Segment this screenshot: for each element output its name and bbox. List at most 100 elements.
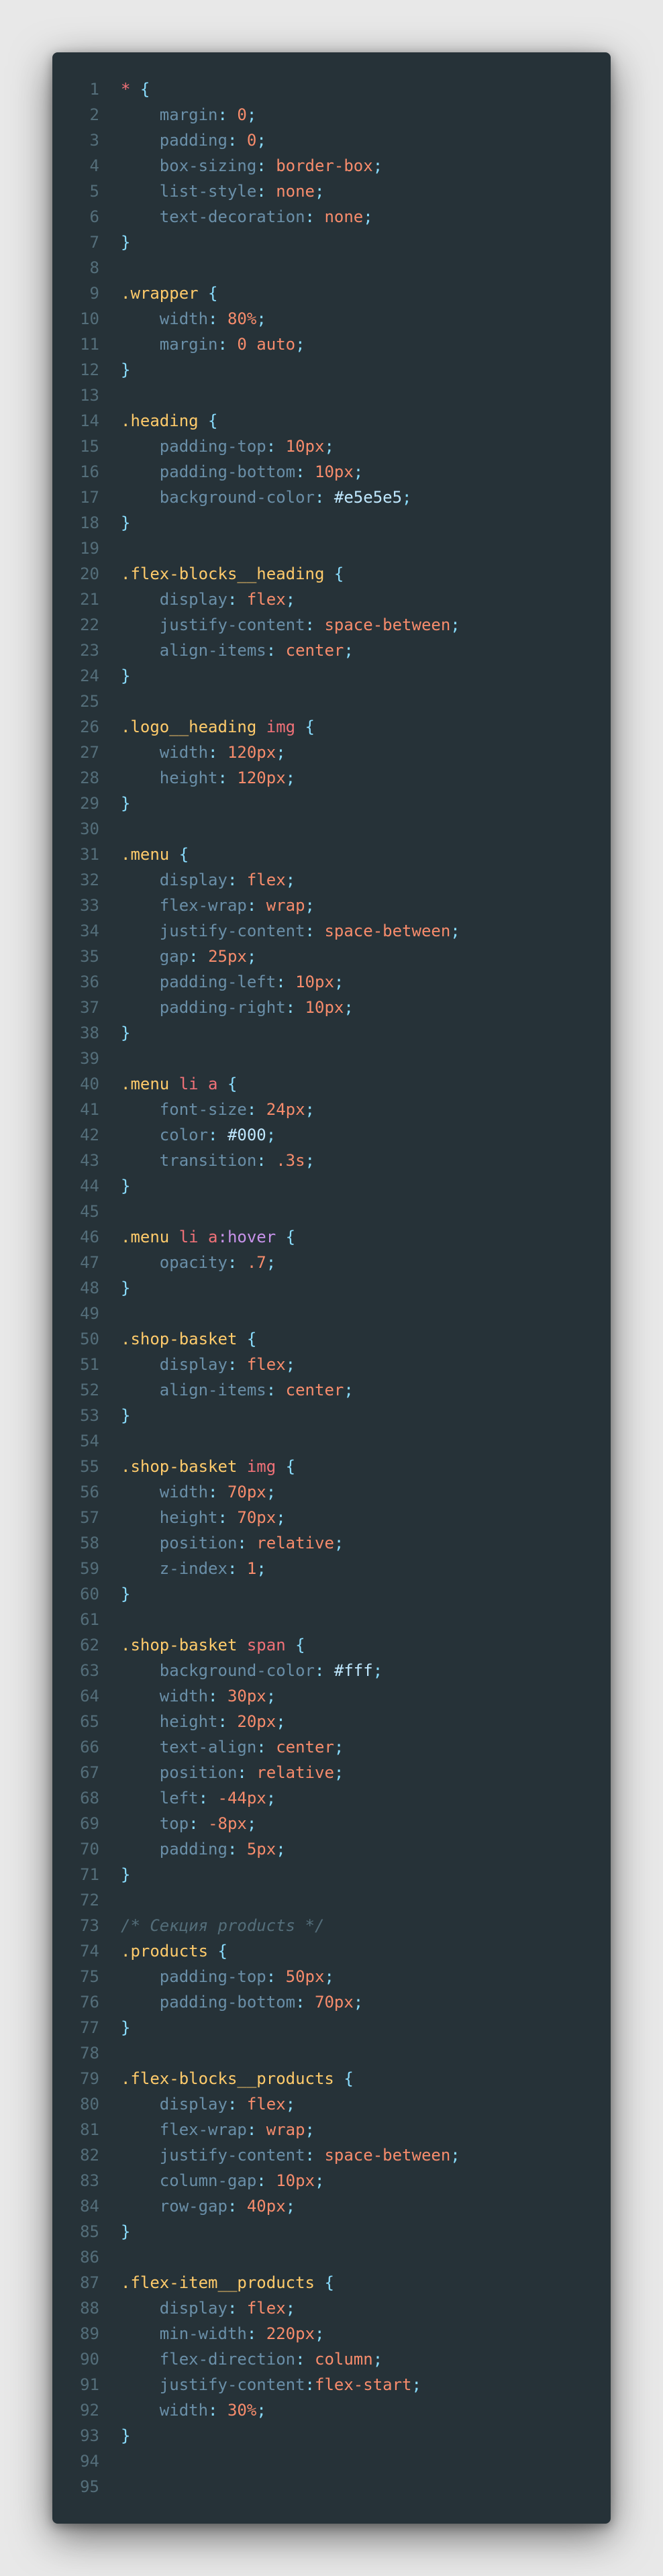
- line-content: width: 30%;: [99, 2397, 266, 2423]
- line-number: 45: [80, 1202, 99, 1221]
- line-content: .menu {: [99, 842, 189, 867]
- code-line: 86: [52, 2244, 611, 2270]
- line-content: align-items: center;: [99, 638, 354, 663]
- code-token: flex: [246, 1355, 286, 1374]
- line-content: .flex-blocks__heading {: [99, 561, 344, 587]
- code-token: padding-right: [159, 998, 286, 1017]
- code-token: ;: [276, 743, 286, 762]
- code-token: ;: [266, 1687, 276, 1705]
- line-content: * {: [99, 77, 150, 102]
- line-content: }: [99, 2219, 130, 2244]
- code-token: :: [266, 1381, 286, 1399]
- line-number: 25: [80, 692, 99, 711]
- code-token: .flex-item__products: [121, 2273, 325, 2292]
- line-number: 6: [89, 207, 99, 226]
- code-token: ;: [305, 1151, 315, 1170]
- code-token: {: [140, 80, 150, 99]
- line-content: display: flex;: [99, 2295, 295, 2321]
- line-number: 50: [80, 1330, 99, 1348]
- line-content: }: [99, 663, 130, 689]
- line-number: 12: [80, 360, 99, 379]
- code-editor-panel: 1 * {2 margin: 0; 3 padding: 0; 4 box-sizin…: [52, 52, 611, 2524]
- code-token: ;: [372, 1661, 383, 1680]
- line-number: 47: [80, 1253, 99, 1272]
- line-content: display: flex;: [99, 1352, 295, 1377]
- code-token: ;: [256, 131, 266, 150]
- code-token: 30px: [227, 1687, 266, 1705]
- line-number: 73: [80, 1916, 99, 1935]
- code-token: column-gap: [159, 2171, 257, 2190]
- code-token: }: [121, 1865, 131, 1884]
- code-line: 14 .heading {: [52, 408, 611, 434]
- code-listing: 1 * {2 margin: 0; 3 padding: 0; 4 box-sizin…: [52, 77, 611, 2499]
- line-number: 84: [80, 2197, 99, 2216]
- code-token: {: [285, 1457, 296, 1476]
- code-token: :: [256, 1738, 276, 1756]
- code-token: :: [208, 309, 227, 328]
- line-number: 54: [80, 1432, 99, 1450]
- code-line: 52 align-items: center;: [52, 1377, 611, 1403]
- line-content: column-gap: 10px;: [99, 2168, 325, 2193]
- line-number: 80: [80, 2095, 99, 2114]
- line-content: padding-top: 10px;: [99, 434, 334, 459]
- line-content: box-sizing: border-box;: [99, 153, 382, 179]
- line-content: [99, 2244, 121, 2270]
- line-number: 85: [80, 2222, 99, 2241]
- code-token: .flex-blocks__products: [121, 2069, 344, 2088]
- line-content: .shop-basket span {: [99, 1632, 305, 1658]
- line-content: .menu li a {: [99, 1071, 237, 1097]
- line-number: 24: [80, 666, 99, 685]
- line-content: height: 20px;: [99, 1709, 286, 1734]
- code-line: 87 .flex-item__products {: [52, 2270, 611, 2295]
- code-token: margin: [159, 335, 218, 354]
- line-number: 60: [80, 1585, 99, 1603]
- code-line: 75 padding-top: 50px;: [52, 1964, 611, 1989]
- code-token: *: [121, 80, 140, 99]
- code-line: 79 .flex-blocks__products {: [52, 2066, 611, 2091]
- code-token: color: [159, 1126, 209, 1144]
- code-token: ;: [266, 1483, 276, 1501]
- line-content: }: [99, 1275, 130, 1301]
- code-token: gap: [159, 947, 189, 966]
- line-content: padding-top: 50px;: [99, 1964, 334, 1989]
- line-number: 63: [80, 1661, 99, 1680]
- line-content: }: [99, 1862, 130, 1887]
- line-content: .flex-blocks__products {: [99, 2066, 354, 2091]
- line-number: 28: [80, 769, 99, 787]
- code-token: flex-start: [315, 2375, 412, 2394]
- line-number: 79: [80, 2069, 99, 2088]
- code-token: 80%: [227, 309, 257, 328]
- line-number: 33: [80, 896, 99, 915]
- code-token: img: [266, 717, 305, 736]
- code-token: }: [121, 1024, 131, 1042]
- line-number: 31: [80, 845, 99, 864]
- code-token: position: [159, 1534, 238, 1552]
- line-number: 21: [80, 590, 99, 609]
- code-token: ;: [324, 437, 334, 456]
- code-line: 15 padding-top: 10px;: [52, 434, 611, 459]
- line-content: text-align: center;: [99, 1734, 344, 1760]
- code-line: 85}: [52, 2219, 611, 2244]
- line-content: }: [99, 1020, 130, 1046]
- code-line: 38}: [52, 1020, 611, 1046]
- line-number: 15: [80, 437, 99, 456]
- line-number: 11: [80, 335, 99, 354]
- code-token: ;: [450, 615, 460, 634]
- code-token: padding: [159, 1840, 227, 1859]
- line-number: 93: [80, 2426, 99, 2445]
- code-token: top: [159, 1814, 189, 1833]
- code-token: :: [227, 871, 247, 889]
